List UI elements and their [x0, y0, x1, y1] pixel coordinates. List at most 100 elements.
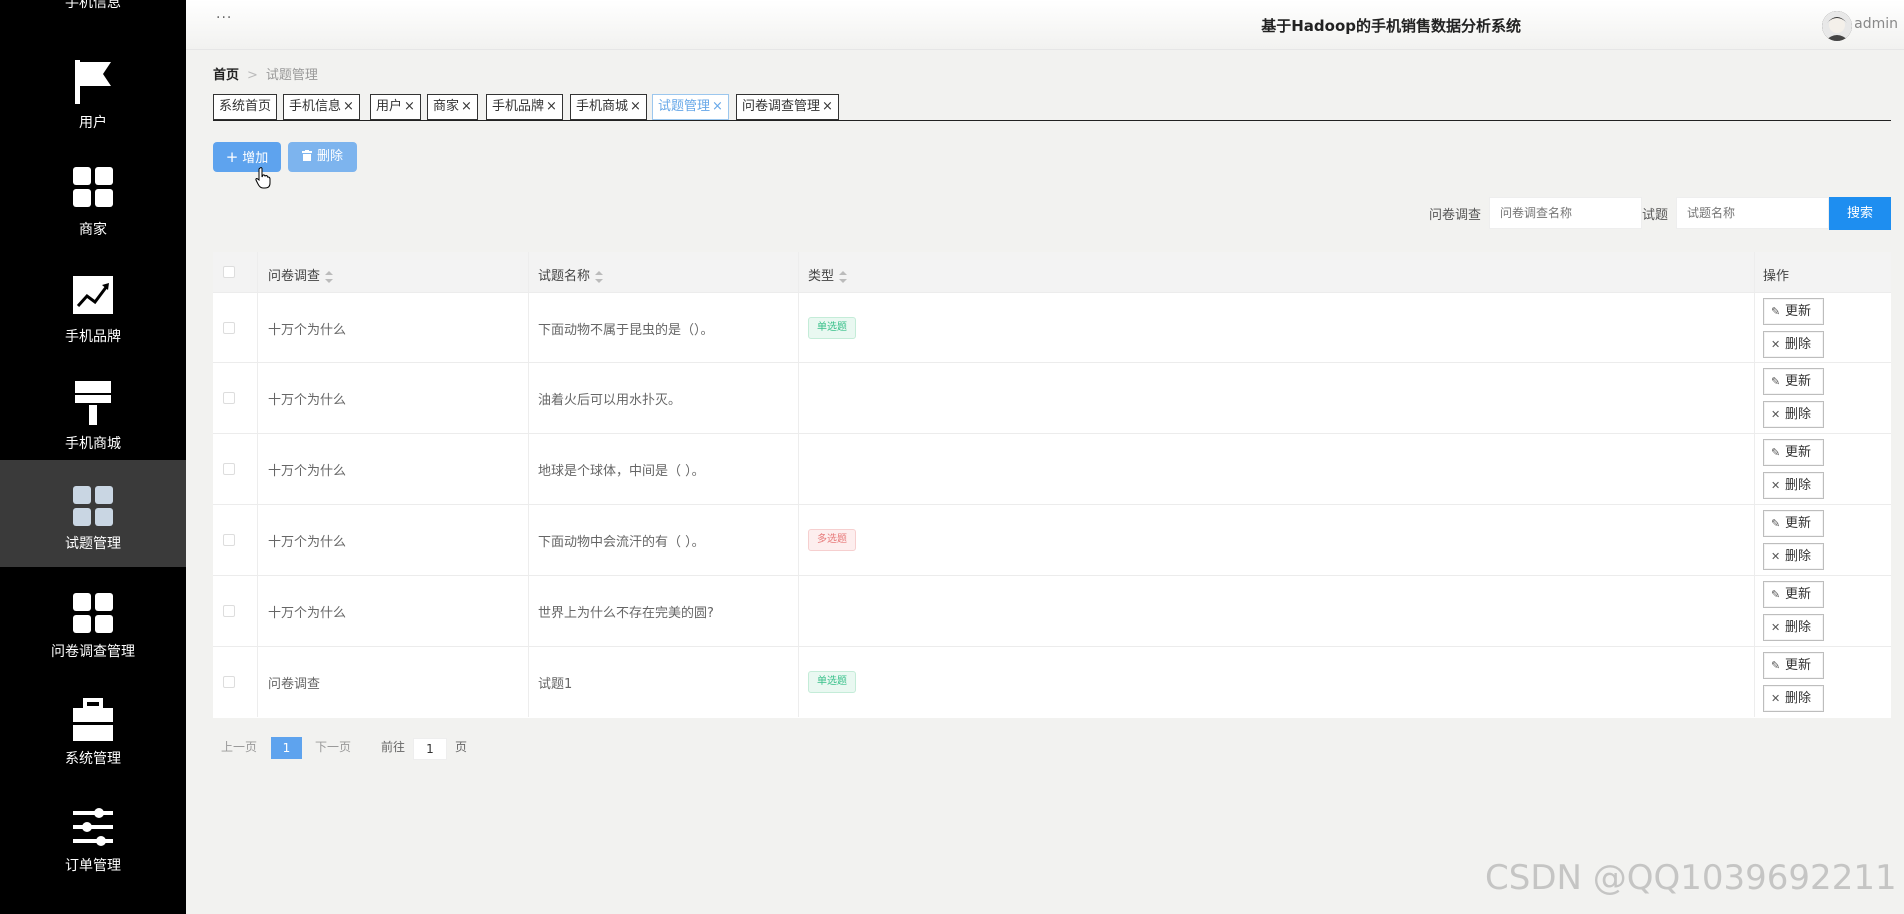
update-button[interactable]: ✎ 更新 [1763, 298, 1824, 325]
row-delete-button[interactable]: ✕ 删除 [1763, 401, 1824, 428]
divider [257, 293, 258, 363]
goto-page-input[interactable]: 1 [413, 738, 447, 760]
update-button[interactable]: ✎ 更新 [1763, 510, 1824, 537]
sidebar-item-label: 试题管理 [65, 536, 121, 552]
cell-question: 世界上为什么不存在完美的圆? [538, 606, 714, 621]
column-header-type[interactable]: 类型 [808, 265, 848, 284]
tab-label: 试题管理 [658, 99, 711, 114]
page-number-current[interactable]: 1 [271, 737, 302, 759]
cell-question: 试题1 [538, 677, 573, 692]
table-header: 问卷调查 试题名称 类型 操作 [213, 252, 1891, 292]
sidebar-item-brands[interactable]: 手机品牌 [0, 262, 186, 369]
tab-brands[interactable]: 手机品牌 × [486, 94, 563, 120]
close-icon: ✕ [1771, 338, 1781, 351]
row-checkbox[interactable] [223, 463, 235, 475]
sidebar-item-orders[interactable]: 订单管理 [0, 797, 186, 904]
tab-merchants[interactable]: 商家 × [427, 94, 478, 120]
column-header-survey[interactable]: 问卷调查 [268, 265, 334, 284]
close-icon[interactable]: × [712, 99, 723, 114]
delete-button[interactable]: 删除 [288, 142, 357, 172]
divider [1754, 363, 1755, 433]
close-icon[interactable]: × [546, 99, 557, 114]
tab-label: 手机品牌 [492, 99, 545, 114]
tab-home[interactable]: 系统首页 [213, 94, 278, 120]
survey-search-input[interactable] [1489, 197, 1642, 229]
search-button[interactable]: 搜索 [1829, 197, 1891, 230]
tab-users[interactable]: 用户 × [370, 94, 421, 120]
sidebar-item-surveys[interactable]: 问卷调查管理 [0, 583, 186, 690]
divider [798, 252, 799, 292]
column-header-question[interactable]: 试题名称 [538, 265, 604, 284]
row-delete-button[interactable]: ✕ 删除 [1763, 331, 1824, 358]
column-header-label: 类型 [808, 269, 835, 284]
sidebar-item-merchants[interactable]: 商家 [0, 155, 186, 262]
sort-icon[interactable] [325, 270, 334, 283]
update-button[interactable]: ✎ 更新 [1763, 652, 1824, 679]
sidebar-item-system[interactable]: 系统管理 [0, 690, 186, 797]
divider [798, 363, 799, 433]
close-icon[interactable]: × [461, 99, 472, 114]
next-page-button[interactable]: 下一页 [315, 738, 351, 755]
prev-page-button[interactable]: 上一页 [221, 738, 257, 755]
tab-label: 手机商城 [576, 99, 629, 114]
divider [798, 505, 799, 575]
table-row: 十万个为什么 下面动物不属于昆虫的是（）。 单选题 ✎ 更新 ✕ 删除 [213, 292, 1891, 363]
sidebar-item-questions[interactable]: 试题管理 [0, 460, 186, 567]
sidebar-item-label: 商家 [79, 222, 107, 238]
question-search-input[interactable] [1676, 197, 1829, 229]
grid-icon [73, 486, 113, 526]
row-checkbox[interactable] [223, 534, 235, 546]
grid-icon [73, 593, 113, 633]
row-delete-button[interactable]: ✕ 删除 [1763, 543, 1824, 570]
tab-surveys[interactable]: 问卷调查管理 × [736, 94, 839, 120]
cell-question: 下面动物中会流汗的有（ ）。 [538, 535, 705, 550]
cell-survey: 十万个为什么 [268, 393, 347, 408]
brush-icon [75, 381, 111, 425]
username[interactable]: admin [1854, 16, 1898, 32]
row-checkbox[interactable] [223, 676, 235, 688]
sidebar-item-users[interactable]: 用户 [0, 48, 186, 155]
select-all-checkbox[interactable] [223, 266, 235, 278]
sort-icon[interactable] [839, 270, 848, 283]
close-icon: ✕ [1771, 550, 1781, 563]
row-checkbox[interactable] [223, 605, 235, 617]
delete-button-label: 删除 [1785, 478, 1812, 493]
sidebar-item-label-cut[interactable]: 手机信息 [0, 0, 186, 12]
flag-icon [75, 60, 111, 104]
row-checkbox[interactable] [223, 322, 235, 334]
tab-questions[interactable]: 试题管理 × [652, 94, 729, 120]
tab-mall[interactable]: 手机商城 × [570, 94, 647, 120]
question-search-label: 试题 [1642, 208, 1669, 223]
breadcrumb-current: 试题管理 [265, 68, 318, 83]
breadcrumb-home[interactable]: 首页 [213, 68, 239, 83]
row-delete-button[interactable]: ✕ 删除 [1763, 685, 1824, 712]
watermark: CSDN @QQ1039692211 [1485, 858, 1897, 898]
update-button-label: 更新 [1785, 587, 1812, 602]
update-button[interactable]: ✎ 更新 [1763, 368, 1824, 395]
grid-icon [73, 167, 113, 207]
edit-icon: ✎ [1771, 305, 1781, 318]
close-icon[interactable]: × [630, 99, 641, 114]
update-button[interactable]: ✎ 更新 [1763, 581, 1824, 608]
close-icon[interactable]: × [343, 99, 354, 114]
row-checkbox[interactable] [223, 392, 235, 404]
avatar[interactable] [1822, 11, 1852, 41]
tab-label: 系统首页 [219, 99, 272, 114]
delete-button-label: 删除 [1785, 337, 1812, 352]
close-icon[interactable]: × [822, 99, 833, 114]
delete-button-label: 删除 [1785, 407, 1812, 422]
edit-icon: ✎ [1771, 446, 1781, 459]
sidebar-item-label: 用户 [79, 115, 107, 131]
row-delete-button[interactable]: ✕ 删除 [1763, 472, 1824, 499]
divider [528, 434, 529, 504]
plus-icon: + [225, 148, 239, 166]
cell-question: 油着火后可以用水扑灭。 [538, 393, 682, 408]
update-button[interactable]: ✎ 更新 [1763, 439, 1824, 466]
sidebar: 手机信息 用户 商家 手机品牌 手机商城 试题管理 问卷调查管理 系统管理 订单… [0, 0, 186, 914]
close-icon[interactable]: × [404, 99, 415, 114]
close-icon: ✕ [1771, 692, 1781, 705]
row-delete-button[interactable]: ✕ 删除 [1763, 614, 1824, 641]
divider [528, 293, 529, 363]
tab-phone-info[interactable]: 手机信息 × [283, 94, 360, 120]
sort-icon[interactable] [595, 270, 604, 283]
